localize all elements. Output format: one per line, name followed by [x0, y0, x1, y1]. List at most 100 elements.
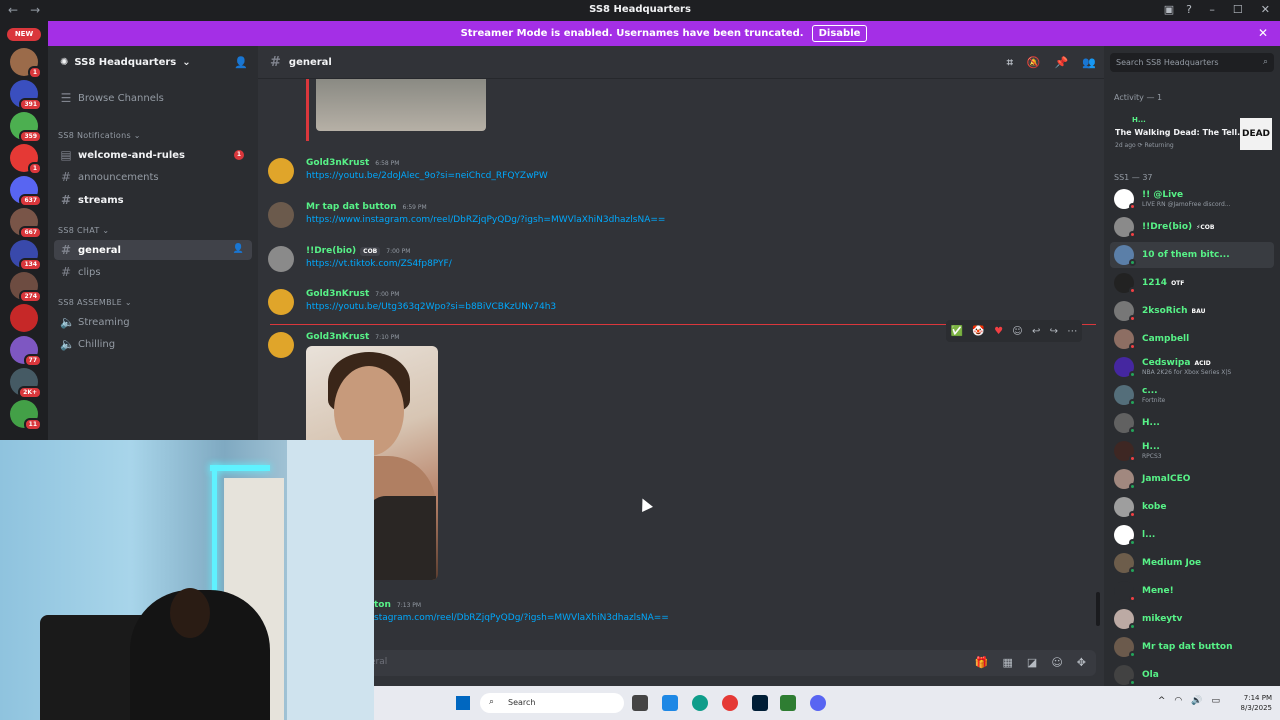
member-row[interactable]: Cedswipa ACID NBA 2K26 for Xbox Series X|S [1110, 354, 1274, 380]
add-reaction-icon[interactable]: ☺ [1012, 326, 1022, 337]
message-link[interactable]: https://youtu.be/2doJAlec_9o?si=neiChcd_… [306, 171, 548, 181]
more-icon[interactable]: ⋯ [1067, 326, 1077, 337]
banner-close-icon[interactable]: ✕ [1258, 26, 1268, 40]
message-link[interactable]: https://www.instagram.com/reel/DbRZjqPyQ… [306, 215, 665, 225]
member-row[interactable]: 10 of them bitc... [1110, 242, 1274, 268]
sticker-icon[interactable]: ◪ [1027, 656, 1037, 669]
category-assemble[interactable]: SS8 ASSEMBLE ⌄ [58, 298, 132, 307]
member-row[interactable]: !! @Live LIVE RN @JamoFree discord... [1110, 186, 1274, 212]
message-author[interactable]: Gold3nKrust 7:10 PM [306, 332, 399, 342]
server-icon[interactable]: 359 [10, 112, 42, 143]
reply-icon[interactable]: ↩ [1032, 326, 1040, 337]
chrome-icon[interactable] [722, 695, 738, 711]
member-row[interactable]: JamalCEO [1110, 466, 1274, 492]
channel-general[interactable]: # general 👤 [54, 240, 252, 260]
server-icon[interactable] [10, 304, 38, 332]
server-icon[interactable]: 667 [10, 208, 42, 239]
minimize-button[interactable]: – [1209, 3, 1215, 16]
disable-button[interactable]: Disable [811, 25, 868, 42]
member-row[interactable]: l... [1110, 522, 1274, 548]
message-author[interactable]: ton 7:13 PM [374, 600, 421, 610]
avatar[interactable] [268, 289, 294, 315]
server-icon[interactable]: 11 [10, 400, 42, 431]
avatar[interactable] [268, 332, 294, 358]
gif-icon[interactable]: ▦ [1003, 656, 1013, 669]
clown-reaction-icon[interactable]: 🤡 [972, 326, 984, 337]
message-author[interactable]: Gold3nKrust 7:00 PM [306, 289, 399, 299]
battery-icon[interactable]: ▭ [1211, 696, 1220, 706]
server-header[interactable]: ✺ SS8 Headquarters ⌄ 👤 [48, 46, 258, 79]
message-author[interactable]: !!Dre(bio) COB 7:00 PM [306, 246, 410, 256]
channel-announcements[interactable]: # announcements [54, 167, 252, 187]
activity-card[interactable]: H... The Walking Dead: The Tell... 2d ag… [1112, 114, 1274, 156]
server-icon[interactable]: 2K+ [10, 368, 42, 399]
apps-icon[interactable]: ✥ [1077, 656, 1086, 669]
avatar[interactable] [268, 158, 294, 184]
server-icon[interactable]: 134 [10, 240, 42, 271]
notification-bell-icon[interactable]: 🔕 [1027, 56, 1041, 70]
member-row[interactable]: 1214 OTF [1110, 270, 1274, 296]
volume-icon[interactable]: 🔊 [1191, 696, 1202, 706]
member-row[interactable]: c... Fortnite [1110, 382, 1274, 408]
server-search-input[interactable]: Search SS8 Headquarters ⌕ [1110, 53, 1274, 72]
gift-icon[interactable]: 🎁 [975, 656, 989, 669]
server-icon[interactable]: 391 [10, 80, 42, 111]
chat-scrollbar[interactable] [1096, 592, 1100, 626]
member-row[interactable]: kobe [1110, 494, 1274, 520]
member-row[interactable]: mikeytv [1110, 606, 1274, 632]
taskbar-search[interactable]: ⌕ Search [480, 693, 624, 713]
start-button[interactable] [456, 696, 470, 710]
store-icon[interactable] [662, 695, 678, 711]
app-icon[interactable] [780, 695, 796, 711]
message-link[interactable]: stagram.com/reel/DbRZjqPyQDg/?igsh=MWVla… [374, 613, 669, 623]
voice-channel-chilling[interactable]: 🔈 Chilling [54, 334, 252, 354]
new-badge[interactable]: NEW [7, 28, 41, 41]
member-row[interactable]: !!Dre(bio) ⚡COB [1110, 214, 1274, 240]
channel-clips[interactable]: # clips [54, 262, 252, 282]
message-link[interactable]: https://youtu.be/Utg363q2Wpo?si=b8BiVCBK… [306, 302, 556, 312]
server-icon[interactable]: 637 [10, 176, 42, 207]
channel-welcome-and-rules[interactable]: ▤ welcome-and-rules 1 [54, 145, 252, 165]
member-row[interactable]: Mene! [1110, 578, 1274, 604]
pin-icon[interactable]: 📌 [1055, 56, 1069, 70]
chevron-up-icon[interactable]: ^ [1158, 696, 1166, 706]
close-window-button[interactable]: ✕ [1261, 3, 1270, 16]
attachment-image[interactable] [316, 79, 486, 131]
browse-channels[interactable]: ☰ Browse Channels [54, 88, 252, 108]
member-row[interactable]: Ola [1110, 662, 1274, 688]
photoshop-icon[interactable] [752, 695, 768, 711]
forward-icon[interactable]: ↪ [1050, 326, 1058, 337]
help-icon[interactable]: ? [1186, 3, 1192, 16]
avatar[interactable] [268, 246, 294, 272]
server-icon[interactable]: 77 [10, 336, 42, 367]
file-explorer-icon[interactable] [632, 695, 648, 711]
category-notifications[interactable]: SS8 Notifications ⌄ [58, 131, 141, 140]
avatar[interactable] [268, 202, 294, 228]
channel-streams[interactable]: # streams [54, 190, 252, 210]
category-chat[interactable]: SS8 CHAT ⌄ [58, 226, 109, 235]
heart-reaction-icon[interactable]: ♥ [994, 326, 1003, 337]
member-row[interactable]: H... RPCS3 [1110, 438, 1274, 464]
inbox-icon[interactable]: ▣ [1164, 3, 1174, 16]
voice-channel-streaming[interactable]: 🔈 Streaming [54, 312, 252, 332]
member-row[interactable]: Mr tap dat button [1110, 634, 1274, 660]
server-icon[interactable]: 1 [10, 48, 42, 79]
threads-icon[interactable]: ⌗ [1007, 56, 1013, 70]
member-row[interactable]: 2ksoRich BAU [1110, 298, 1274, 324]
edge-icon[interactable] [692, 695, 708, 711]
taskbar-clock[interactable]: 7:14 PM 8/3/2025 [1241, 693, 1272, 713]
member-row[interactable]: H... [1110, 410, 1274, 436]
message-author[interactable]: Gold3nKrust 6:58 PM [306, 158, 399, 168]
maximize-button[interactable]: ☐ [1233, 3, 1243, 16]
add-member-icon[interactable]: 👤 [233, 244, 244, 254]
message-composer[interactable]: eral 🎁 ▦ ◪ ☺ ✥ [270, 650, 1096, 676]
check-reaction-icon[interactable]: ✅ [951, 326, 963, 337]
wifi-icon[interactable]: ◠ [1174, 696, 1182, 706]
member-list-icon[interactable]: 👥 [1082, 56, 1096, 70]
discord-icon[interactable] [810, 695, 826, 711]
message-author[interactable]: Mr tap dat button 6:59 PM [306, 202, 427, 212]
member-row[interactable]: Medium Joe [1110, 550, 1274, 576]
invite-icon[interactable]: 👤 [234, 56, 248, 69]
member-row[interactable]: Campbell [1110, 326, 1274, 352]
server-icon[interactable]: 1 [10, 144, 42, 175]
